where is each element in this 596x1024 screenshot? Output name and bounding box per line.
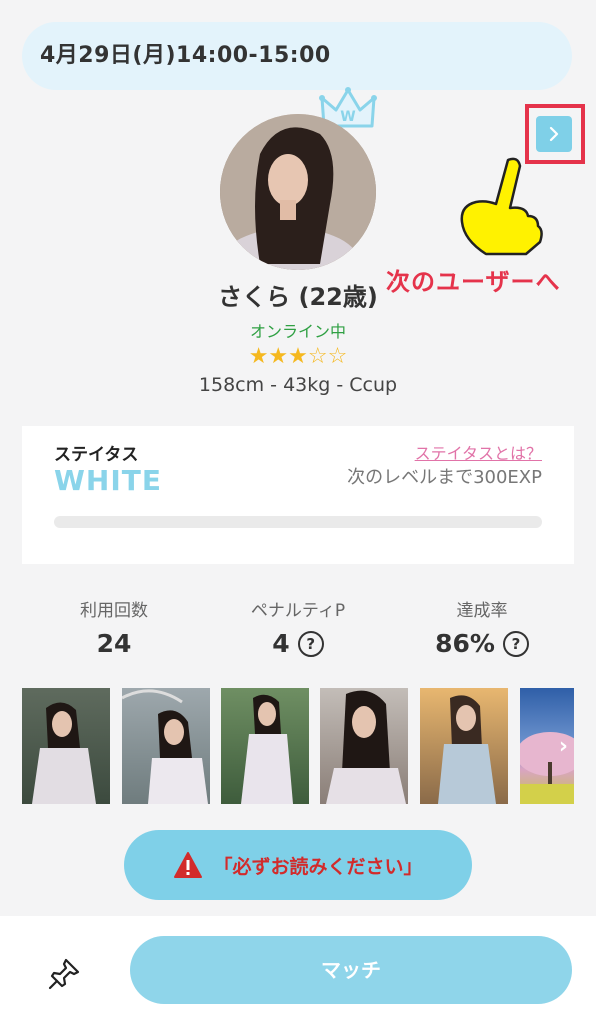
gallery-photo[interactable] bbox=[22, 688, 110, 804]
gallery-photo-image bbox=[122, 689, 208, 804]
status-card: ステイタス WHITE ステイタスとは？ 次のレベルまで300EXP bbox=[22, 426, 574, 564]
status-help-link[interactable]: ステイタスとは？ bbox=[415, 440, 542, 464]
help-icon[interactable]: ? bbox=[297, 630, 324, 657]
must-read-label: 「必ずお読みください」 bbox=[213, 855, 423, 878]
gallery-next-icon[interactable]: › bbox=[559, 734, 568, 759]
crown-letter: W bbox=[340, 109, 355, 125]
metric-label: ペナルティP bbox=[250, 601, 346, 621]
rating-stars: ★★★☆☆ bbox=[0, 344, 596, 369]
metric-value: 4 bbox=[272, 629, 290, 658]
metric-value: 24 bbox=[96, 629, 132, 658]
help-icon[interactable]: ? bbox=[502, 630, 529, 657]
gallery-photo-image bbox=[241, 694, 293, 804]
gallery-photo[interactable]: › bbox=[520, 688, 574, 804]
exp-progress-bar bbox=[54, 516, 542, 528]
gallery-photo-image bbox=[438, 695, 496, 804]
gallery-photo[interactable] bbox=[420, 688, 508, 804]
user-name-age: さくら (22歳) bbox=[218, 283, 378, 311]
date-time-header: 4月29日(月)14:00-15:00 bbox=[22, 22, 572, 90]
pin-icon[interactable] bbox=[46, 956, 82, 992]
online-status: オンライン中 bbox=[249, 322, 346, 341]
avatar-photo bbox=[220, 114, 376, 270]
star-rating-icons: ★★★☆☆ bbox=[248, 344, 348, 369]
warning-icon bbox=[174, 852, 203, 878]
avatar[interactable] bbox=[220, 114, 376, 270]
metric-label: 達成率 bbox=[456, 601, 508, 621]
metric-penalty: ペナルティP 4 ? bbox=[198, 596, 398, 658]
bottom-action-bar: マッチ bbox=[0, 916, 596, 1024]
profile-stats: 158cm - 43kg - Ccup bbox=[198, 374, 398, 396]
gallery-photo-image bbox=[326, 690, 406, 804]
gallery-photo[interactable] bbox=[122, 688, 210, 804]
must-read-button[interactable]: 「必ずお読みください」 bbox=[124, 830, 472, 900]
next-level-text: 次のレベルまで300EXP bbox=[347, 467, 542, 488]
gallery-photo[interactable] bbox=[320, 688, 408, 804]
match-button[interactable]: マッチ bbox=[130, 936, 572, 1004]
gallery-photo[interactable] bbox=[221, 688, 309, 804]
metric-usage-count: 利用回数 24 bbox=[14, 596, 214, 658]
metric-label: 利用回数 bbox=[80, 601, 148, 621]
metric-achievement-rate: 達成率 86% ? bbox=[382, 596, 582, 658]
status-title: ステイタス bbox=[54, 445, 139, 465]
status-level: WHITE bbox=[54, 464, 162, 497]
metric-value: 86% bbox=[435, 629, 495, 658]
gallery-photo-image bbox=[32, 702, 96, 804]
pointing-hand-icon bbox=[460, 157, 543, 256]
